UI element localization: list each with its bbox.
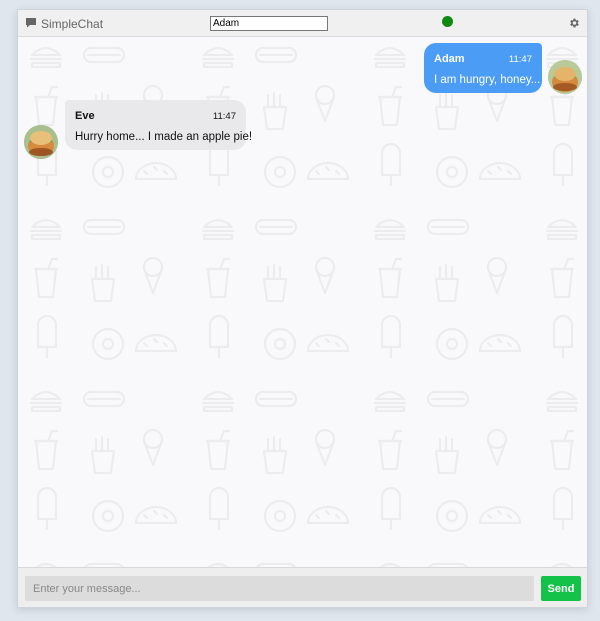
avatar [548, 60, 582, 94]
gear-icon[interactable] [568, 16, 580, 28]
title-bar: SimpleChat [18, 10, 587, 37]
message-sender: Eve [75, 110, 95, 122]
app-brand: SimpleChat [25, 15, 103, 33]
avatar [24, 125, 58, 159]
chat-bubble-icon [25, 15, 37, 33]
message-input[interactable] [25, 576, 534, 601]
message-text: I am hungry, honey... [434, 74, 541, 86]
username-input[interactable] [210, 16, 328, 31]
message-list[interactable]: Adam 11:47 I am hungry, honey... Eve 11:… [18, 37, 587, 569]
message-time: 11:47 [508, 54, 532, 65]
message-time: 11:47 [212, 111, 236, 122]
chat-window: SimpleChat Adam Adam 11:47 I am hungry, … [17, 9, 588, 608]
online-status-indicator [442, 16, 453, 27]
message-bubble-outgoing: Adam 11:47 I am hungry, honey... [424, 43, 542, 93]
send-button[interactable]: Send [541, 576, 581, 601]
message-composer: Send [18, 567, 587, 607]
app-title: SimpleChat [41, 17, 104, 31]
message-text: Hurry home... I made an apple pie! [75, 131, 253, 143]
message-bubble-incoming: Eve 11:47 Hurry home... I made an apple … [65, 100, 253, 150]
